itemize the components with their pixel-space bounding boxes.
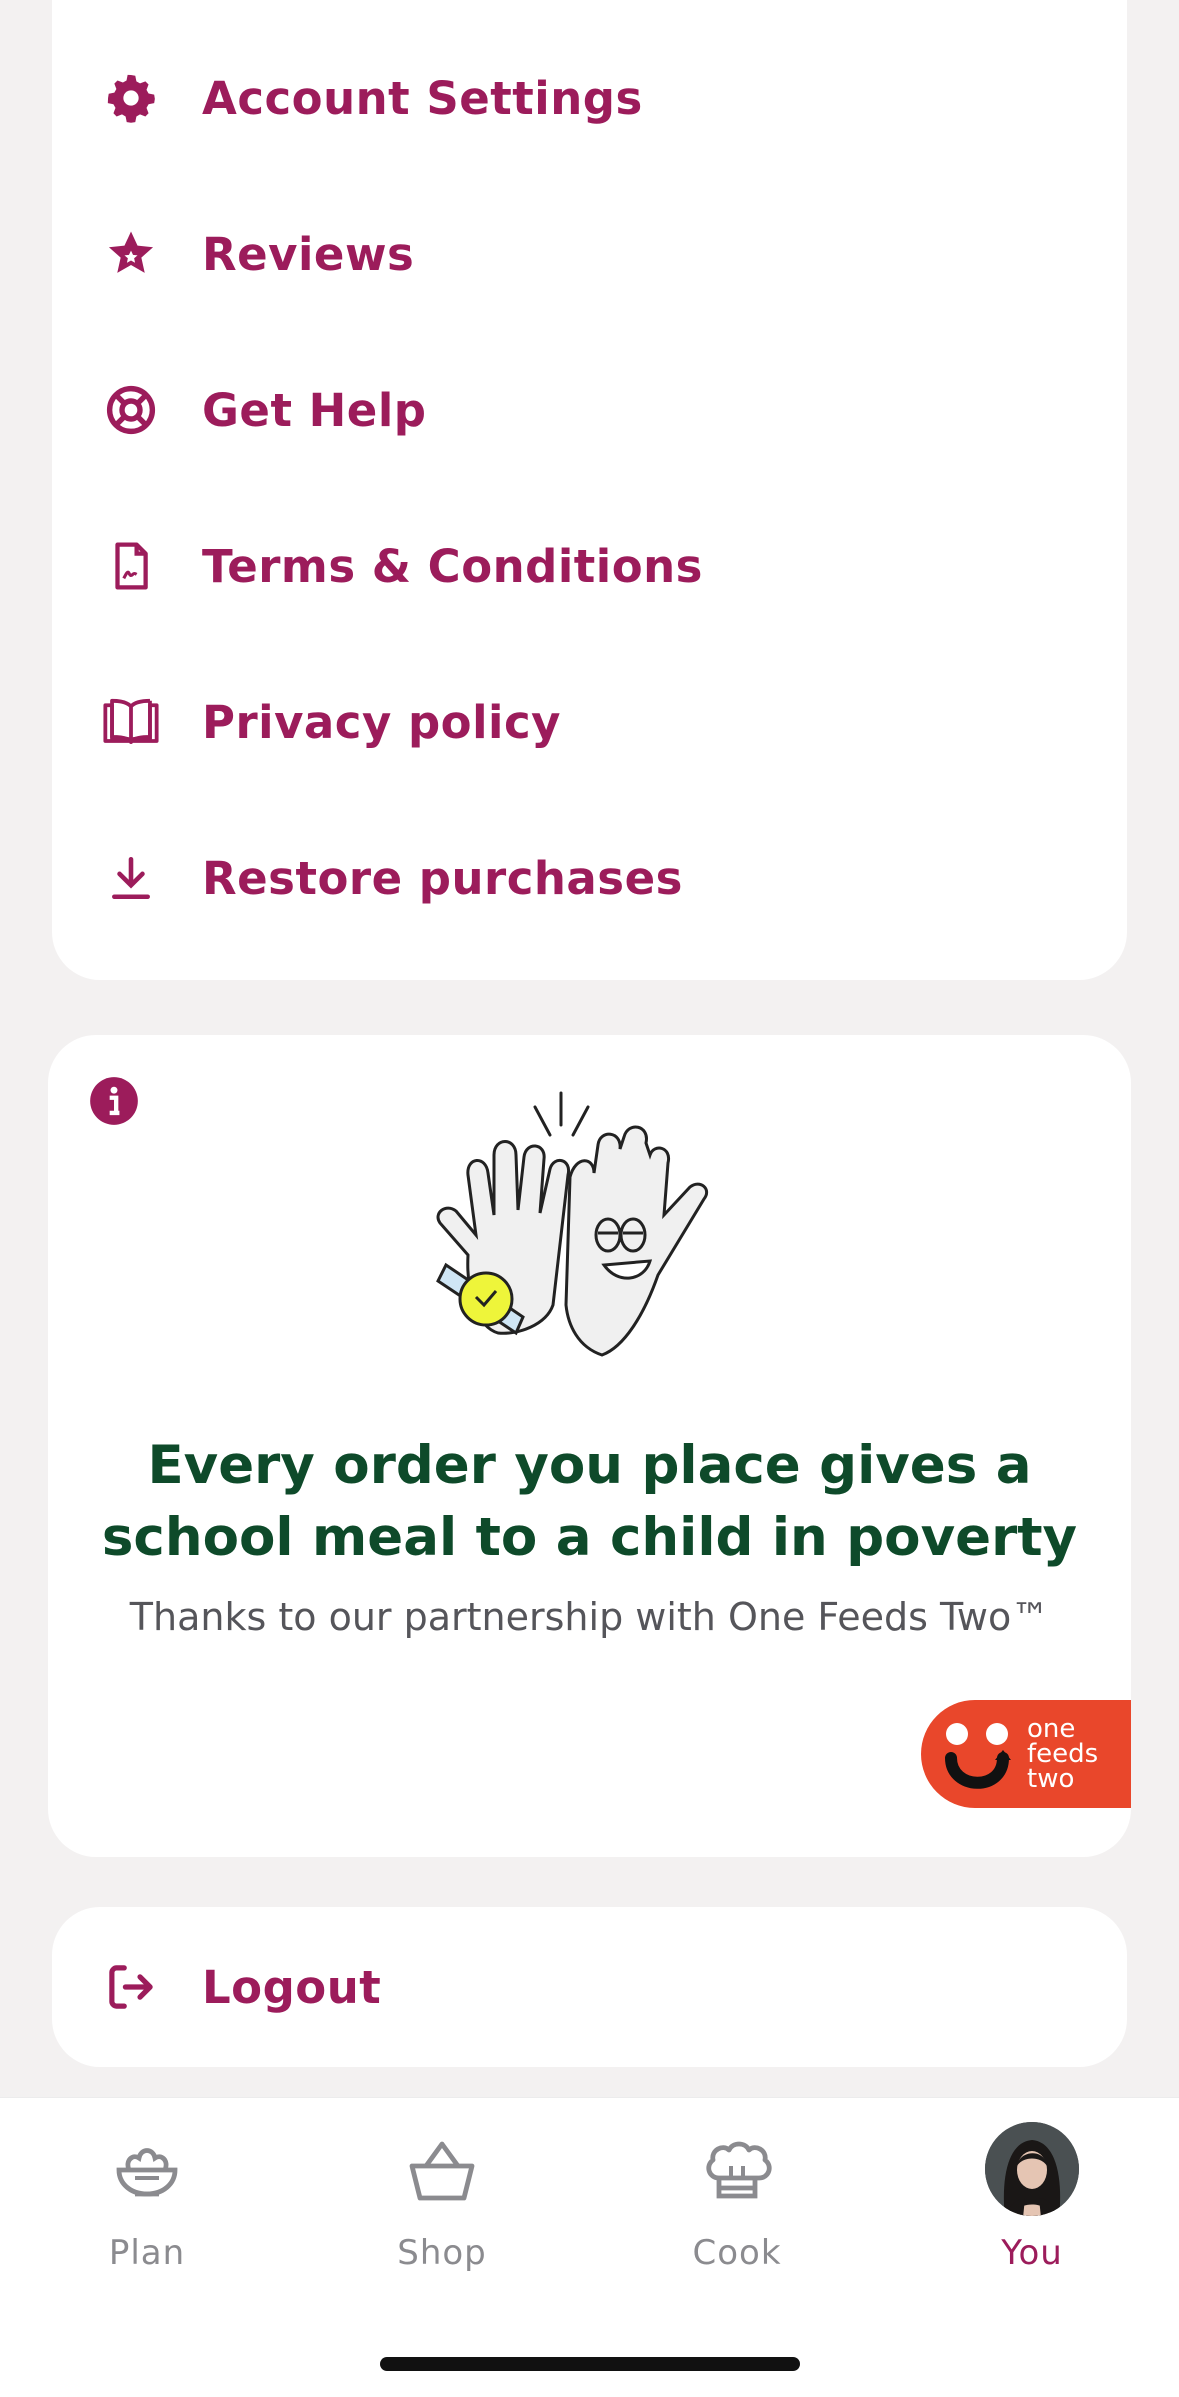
chef-hat-icon xyxy=(697,2130,777,2210)
tab-label: Cook xyxy=(692,2233,782,2273)
tab-you[interactable]: You xyxy=(932,2098,1132,2298)
menu-item-get-help[interactable]: Get Help xyxy=(52,340,1127,480)
download-icon xyxy=(102,849,160,907)
tab-label: You xyxy=(1001,2233,1063,2273)
menu-item-reviews[interactable]: Reviews xyxy=(52,184,1127,324)
menu-item-privacy-policy[interactable]: Privacy policy xyxy=(52,652,1127,792)
star-icon xyxy=(102,225,160,283)
one-feeds-two-logo: one feeds two xyxy=(921,1700,1131,1808)
logo-word: two xyxy=(1027,1764,1074,1794)
lifebuoy-icon xyxy=(102,381,160,439)
menu-item-label: Restore purchases xyxy=(202,851,683,905)
avatar xyxy=(983,2120,1081,2218)
menu-item-terms[interactable]: Terms & Conditions xyxy=(52,496,1127,636)
tab-shop[interactable]: Shop xyxy=(342,2098,542,2298)
promo-subtitle: Thanks to our partnership with One Feeds… xyxy=(129,1595,1050,1639)
tab-cook[interactable]: Cook xyxy=(637,2098,837,2298)
menu-item-restore-purchases[interactable]: Restore purchases xyxy=(52,808,1127,948)
book-icon xyxy=(102,693,160,751)
tab-label: Plan xyxy=(108,2233,186,2273)
basket-icon xyxy=(402,2130,482,2210)
high-five-illustration xyxy=(428,1085,828,1425)
promo-headline-line-1: Every order you place gives a xyxy=(147,1435,1032,1496)
menu-item-label: Account Settings xyxy=(202,71,643,125)
menu-item-label: Get Help xyxy=(202,383,427,437)
bottom-tab-bar: Plan Shop Cook You xyxy=(0,2097,1179,2397)
menu-item-account-settings[interactable]: Account Settings xyxy=(52,28,1127,168)
menu-item-label: Reviews xyxy=(202,227,415,281)
info-icon[interactable] xyxy=(88,1075,140,1127)
salad-bowl-icon xyxy=(107,2130,187,2210)
logout-button[interactable]: Logout xyxy=(52,1917,1127,2057)
promo-headline: Every order you place gives a school mea… xyxy=(48,1430,1131,1574)
menu-item-label: Terms & Conditions xyxy=(202,539,703,593)
logout-label: Logout xyxy=(202,1960,382,2014)
tab-label: Shop xyxy=(397,2233,487,2273)
menu-item-label: Privacy policy xyxy=(202,695,561,749)
gear-icon xyxy=(102,69,160,127)
home-indicator[interactable] xyxy=(380,2357,800,2371)
logout-icon xyxy=(102,1958,160,2016)
promo-headline-line-2: school meal to a child in poverty xyxy=(101,1507,1078,1568)
tab-plan[interactable]: Plan xyxy=(47,2098,247,2298)
one-feeds-two-card: Every order you place gives a school mea… xyxy=(48,1035,1131,1857)
document-icon xyxy=(102,537,160,595)
